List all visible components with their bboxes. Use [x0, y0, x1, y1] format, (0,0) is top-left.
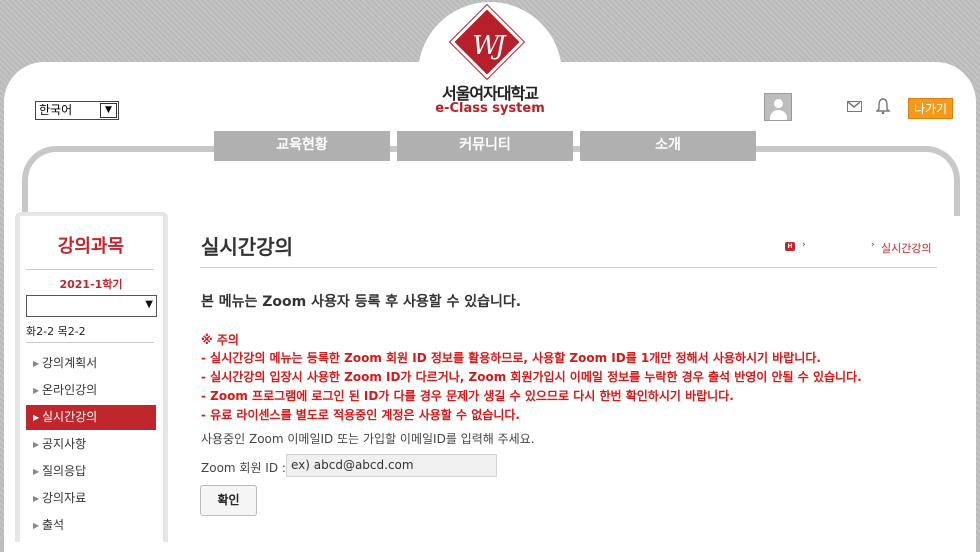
chevron-right-icon: ▶ [33, 521, 40, 530]
chevron-right-icon: ▶ [33, 440, 40, 449]
language-select-value: 한국어 [39, 103, 73, 117]
sidebar-item-live-lecture[interactable]: ▶ 실시간강의 [26, 405, 156, 430]
chevron-down-icon: ▼ [100, 103, 117, 118]
sidebar-divider [26, 342, 154, 343]
user-avatar-icon[interactable] [764, 93, 792, 121]
sidebar-item-label: 공지사항 [42, 437, 87, 451]
help-text: 사용중인 Zoom 이메일ID 또는 가입할 이메일ID를 입력해 주세요. [201, 432, 535, 446]
chevron-right-icon: ▶ [33, 494, 40, 503]
sidebar-item-notices[interactable]: ▶ 공지사항 [26, 432, 156, 457]
sidebar-item-syllabus[interactable]: ▶ 강의계획서 [26, 351, 156, 376]
nav-tab-about[interactable]: 소개 [580, 131, 756, 161]
logout-button[interactable]: 나가기 [908, 98, 953, 119]
mail-icon[interactable] [847, 101, 862, 112]
mail-icon-flap [848, 102, 860, 108]
sidebar-item-attendance[interactable]: ▶ 출석 [26, 513, 156, 538]
zoom-id-input[interactable]: ex) abcd@abcd.com [286, 454, 497, 477]
warning-line: - 실시간강의 메뉴는 등록한 Zoom 회원 ID 정보를 활용하므로, 사용… [201, 351, 821, 365]
warning-line: - 유료 라이센스를 별도로 적용중인 계정은 사용할 수 없습니다. [201, 408, 520, 422]
sidebar-item-online-lecture[interactable]: ▶ 온라인강의 [26, 378, 156, 403]
title-divider [200, 267, 937, 268]
course-select[interactable]: ▼ [26, 295, 157, 317]
zoom-id-label: Zoom 회원 ID : [201, 461, 286, 475]
breadcrumb-current[interactable]: 실시간강의 [881, 240, 932, 256]
sidebar-item-label: 실시간강의 [42, 410, 98, 424]
sidebar-title: 강의과목 [57, 236, 125, 257]
chevron-down-icon: ▼ [145, 299, 153, 310]
warning-line: - Zoom 프로그램에 로그인 된 ID가 다를 경우 문제가 생길 수 있으… [201, 389, 734, 403]
avatar-body [770, 110, 787, 120]
nav-tab-community[interactable]: 커뮤니티 [397, 131, 573, 161]
avatar-head [774, 99, 783, 108]
chevron-right-icon: › [871, 240, 875, 250]
chevron-right-icon: ▶ [33, 413, 40, 422]
bell-icon[interactable] [876, 98, 890, 114]
chevron-right-icon: ▶ [33, 386, 40, 395]
language-select[interactable]: 한국어 ▼ [35, 101, 119, 120]
home-icon[interactable]: H [785, 242, 795, 251]
sidebar-item-label: 질의응답 [42, 464, 87, 478]
page-title: 실시간강의 [201, 235, 293, 259]
term-label: 2021-1학기 [59, 278, 123, 291]
sidebar-item-label: 강의자료 [42, 491, 87, 505]
sidebar-item-label: 온라인강의 [42, 383, 98, 397]
sidebar-item-label: 출석 [42, 518, 65, 532]
sidebar-item-label: 강의계획서 [42, 356, 98, 370]
sidebar-divider [26, 269, 154, 270]
nav-tab-education[interactable]: 교육현황 [214, 131, 390, 161]
intro-text: 본 메뉴는 Zoom 사용자 등록 후 사용할 수 있습니다. [201, 294, 522, 310]
breadcrumb-home-label: H [787, 243, 793, 250]
chevron-right-icon: ▶ [33, 467, 40, 476]
sidebar-item-materials[interactable]: ▶ 강의자료 [26, 486, 156, 511]
university-logo-mark: WJ [472, 31, 505, 61]
chevron-right-icon: ▶ [33, 359, 40, 368]
sidebar-item-qna[interactable]: ▶ 질의응답 [26, 459, 156, 484]
chevron-right-icon: › [802, 240, 806, 250]
confirm-button[interactable]: 확인 [200, 485, 257, 516]
system-name[interactable]: e-Class system [420, 101, 560, 116]
warning-line: - 실시간강의 입장시 사용한 Zoom ID가 다르거나, Zoom 회원가입… [201, 370, 862, 384]
warning-title: ※ 주의 [201, 333, 239, 347]
course-schedule: 화2-2 목2-2 [26, 325, 86, 338]
